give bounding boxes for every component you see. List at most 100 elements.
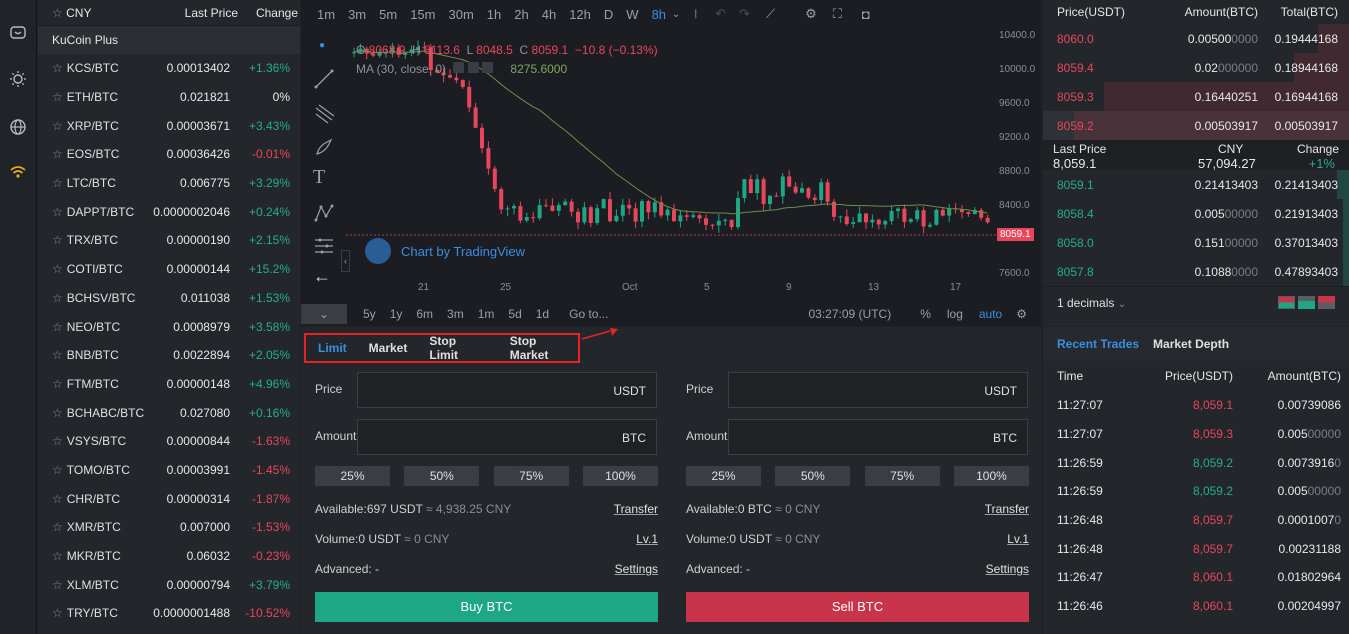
market-row[interactable]: ☆ BNB/BTC 0.0022894 +2.05%: [38, 341, 300, 370]
scale-option-0[interactable]: %: [920, 307, 931, 321]
star-icon[interactable]: ☆: [52, 406, 63, 420]
sell-price-field[interactable]: Price USDT: [686, 372, 1029, 408]
globe-icon[interactable]: [9, 118, 27, 136]
candle-type-icon[interactable]: ⧘: [694, 6, 697, 22]
ma-settings-icon[interactable]: [453, 62, 465, 73]
scale-option-1[interactable]: log: [947, 307, 963, 321]
star-icon[interactable]: ☆: [52, 434, 63, 448]
market-row[interactable]: ☆ COTI/BTC 0.00000144 +15.2%: [38, 255, 300, 284]
range-5[interactable]: 5d: [508, 307, 521, 321]
redo-icon[interactable]: ↷: [739, 6, 750, 22]
bid-row[interactable]: 8057.8 0.10880000 0.47893403: [1043, 257, 1349, 286]
buy-settings-link[interactable]: Settings: [615, 562, 658, 592]
pattern-icon[interactable]: [313, 202, 335, 224]
star-icon[interactable]: ☆: [52, 291, 63, 305]
sell-price-input[interactable]: USDT: [728, 372, 1028, 408]
time-axis[interactable]: 21 25 Oct 5 9 13 17: [346, 282, 996, 296]
sell-pct-100-button[interactable]: 100%: [953, 466, 1029, 486]
market-row[interactable]: ☆ MKR/BTC 0.06032 -0.23%: [38, 542, 300, 571]
range-0[interactable]: 5y: [363, 307, 376, 321]
star-icon[interactable]: ☆: [52, 262, 63, 276]
buy-level-link[interactable]: Lv.1: [636, 532, 658, 562]
interval-w[interactable]: W: [626, 7, 638, 22]
market-row[interactable]: ☆ TRX/BTC 0.00000190 +2.15%: [38, 226, 300, 255]
camera-icon[interactable]: ◘: [862, 7, 870, 22]
brush-icon[interactable]: [313, 136, 335, 158]
ask-row[interactable]: 8059.3 0.16440251 0.16944168: [1043, 82, 1349, 111]
chevron-down-icon[interactable]: ⌄: [672, 9, 680, 20]
range-6[interactable]: 1d: [536, 307, 549, 321]
change-header[interactable]: Change: [256, 6, 298, 20]
market-row[interactable]: ☆ VSYS/BTC 0.00000844 -1.63%: [38, 427, 300, 456]
undo-icon[interactable]: ↶: [715, 6, 726, 22]
interval-3m[interactable]: 3m: [348, 7, 366, 22]
chart-settings-gear-icon[interactable]: ⚙: [1016, 307, 1027, 321]
buy-price-field[interactable]: Price USDT: [315, 372, 658, 408]
interval-12h[interactable]: 12h: [569, 7, 591, 22]
market-row[interactable]: ☆ EOS/BTC 0.00036426 -0.01%: [38, 140, 300, 169]
ask-row[interactable]: 8060.0 0.005000000 0.19444168: [1043, 24, 1349, 53]
market-row[interactable]: ☆ BCHSV/BTC 0.011038 +1.53%: [38, 284, 300, 313]
sell-settings-link[interactable]: Settings: [986, 562, 1029, 592]
tab-recent-trades[interactable]: Recent Trades: [1057, 337, 1139, 351]
gear-icon[interactable]: ⚙: [805, 6, 817, 22]
market-row[interactable]: ☆ FTM/BTC 0.00000148 +4.96%: [38, 370, 300, 399]
interval-8h[interactable]: 8h: [652, 7, 666, 22]
star-icon[interactable]: ☆: [52, 147, 63, 161]
interval-1m[interactable]: 1m: [317, 7, 335, 22]
market-row[interactable]: ☆ BCHABC/BTC 0.027080 +0.16%: [38, 398, 300, 427]
market-row[interactable]: ☆ CHR/BTC 0.00000314 -1.87%: [38, 484, 300, 513]
sell-transfer-link[interactable]: Transfer: [985, 502, 1029, 532]
star-icon[interactable]: ☆: [52, 176, 63, 190]
star-icon[interactable]: ☆: [52, 119, 63, 133]
market-row[interactable]: ☆ ETH/BTC 0.021821 0%: [38, 83, 300, 112]
interval-30m[interactable]: 30m: [448, 7, 473, 22]
utc-clock[interactable]: 03:27:09 (UTC): [808, 307, 891, 321]
star-icon[interactable]: ☆: [52, 6, 63, 20]
tab-market-depth[interactable]: Market Depth: [1153, 337, 1229, 351]
crosshair-dot-icon[interactable]: ●: [319, 40, 341, 62]
sell-button[interactable]: Sell BTC: [686, 592, 1029, 622]
range-7[interactable]: Go to...: [569, 307, 608, 321]
wifi-icon[interactable]: [9, 163, 27, 181]
fullscreen-icon[interactable]: ⛶: [833, 6, 842, 22]
star-icon[interactable]: ☆: [52, 606, 63, 620]
ask-row[interactable]: 8059.4 0.02000000 0.18944168: [1043, 53, 1349, 82]
bid-row[interactable]: 8059.1 0.21413403 0.21413403: [1043, 170, 1349, 199]
sun-icon[interactable]: [9, 70, 27, 88]
market-row[interactable]: ☆ NEO/BTC 0.0008979 +3.58%: [38, 312, 300, 341]
range-3[interactable]: 3m: [447, 307, 464, 321]
range-1[interactable]: 1y: [390, 307, 403, 321]
star-icon[interactable]: ☆: [52, 377, 63, 391]
star-icon[interactable]: ☆: [52, 233, 63, 247]
sell-amount-input[interactable]: BTC: [728, 419, 1028, 455]
interval-5m[interactable]: 5m: [379, 7, 397, 22]
price-axis[interactable]: 10400.0 10000.0 9600.0 9200.0 8800.0 8400.0 80…: [995, 28, 1041, 279]
sell-pct-75-button[interactable]: 75%: [864, 466, 940, 486]
tab-stop-limit[interactable]: Stop Limit: [429, 334, 487, 362]
buy-transfer-link[interactable]: Transfer: [614, 502, 658, 532]
book-view-both-icon[interactable]: [1278, 296, 1295, 309]
tab-market[interactable]: Market: [369, 341, 408, 355]
interval-4h[interactable]: 4h: [542, 7, 556, 22]
scale-option-2[interactable]: auto: [979, 307, 1002, 321]
buy-amount-input[interactable]: BTC: [357, 419, 657, 455]
book-view-bids-icon[interactable]: [1298, 296, 1315, 309]
decimals-select[interactable]: 1 decimals ⌄: [1057, 296, 1126, 310]
market-row[interactable]: ☆ XRP/BTC 0.00003671 +3.43%: [38, 111, 300, 140]
ma-hide-icon[interactable]: [467, 62, 479, 73]
buy-button[interactable]: Buy BTC: [315, 592, 658, 622]
currency-selector[interactable]: CNY: [66, 6, 91, 20]
tradingview-watermark[interactable]: Chart by TradingView: [365, 238, 525, 264]
sell-pct-50-button[interactable]: 50%: [775, 466, 851, 486]
buy-pct-25-button[interactable]: 25%: [315, 466, 390, 486]
sell-amount-field[interactable]: Amount BTC: [686, 419, 1029, 455]
star-icon[interactable]: ☆: [52, 320, 63, 334]
star-icon[interactable]: ☆: [52, 205, 63, 219]
buy-amount-field[interactable]: Amount BTC: [315, 419, 658, 455]
buy-pct-100-button[interactable]: 100%: [582, 466, 658, 486]
message-icon[interactable]: [9, 24, 27, 42]
star-icon[interactable]: ☆: [52, 463, 63, 477]
market-row[interactable]: ☆ XLM/BTC 0.00000794 +3.79%: [38, 570, 300, 599]
market-row[interactable]: ☆ KCS/BTC 0.00013402 +1.36%: [38, 54, 300, 83]
